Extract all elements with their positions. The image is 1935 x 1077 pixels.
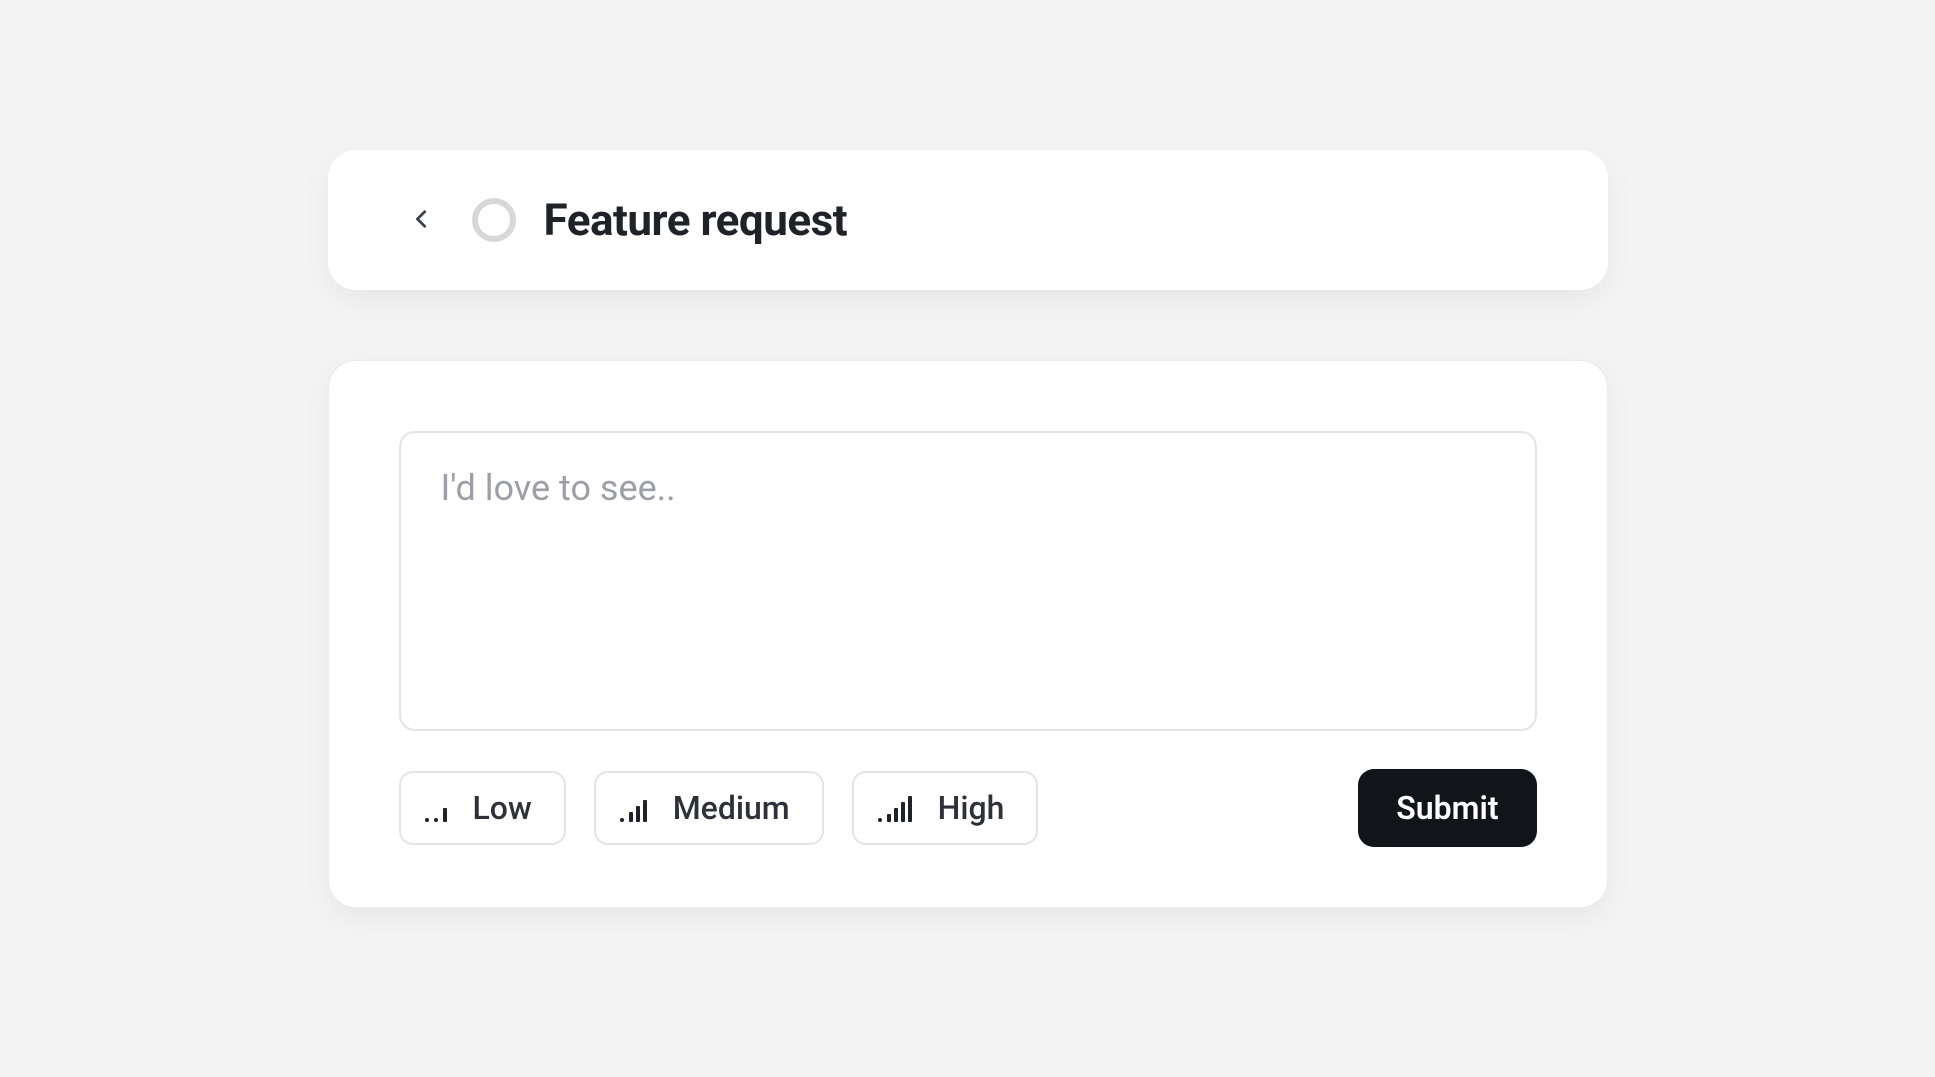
signal-medium-icon xyxy=(620,794,647,822)
form-card: Low Medium xyxy=(328,360,1608,908)
header-card: Feature request xyxy=(328,150,1608,290)
status-circle-icon xyxy=(472,198,516,242)
priority-low-label: Low xyxy=(473,789,532,827)
chevron-left-icon xyxy=(411,201,433,240)
controls-row: Low Medium xyxy=(399,769,1537,847)
signal-high-icon xyxy=(878,794,912,822)
priority-medium-label: Medium xyxy=(673,789,790,827)
back-button[interactable] xyxy=(400,198,444,242)
submit-button[interactable]: Submit xyxy=(1358,769,1536,847)
priority-group: Low Medium xyxy=(399,771,1039,845)
submit-button-label: Submit xyxy=(1396,789,1498,827)
priority-low-button[interactable]: Low xyxy=(399,771,566,845)
feature-request-input[interactable] xyxy=(399,431,1537,731)
priority-high-button[interactable]: High xyxy=(852,771,1039,845)
signal-low-icon xyxy=(425,794,447,822)
priority-high-label: High xyxy=(938,789,1005,827)
page-root: Feature request Low xyxy=(0,0,1935,1077)
page-title: Feature request xyxy=(544,194,848,246)
priority-medium-button[interactable]: Medium xyxy=(594,771,824,845)
